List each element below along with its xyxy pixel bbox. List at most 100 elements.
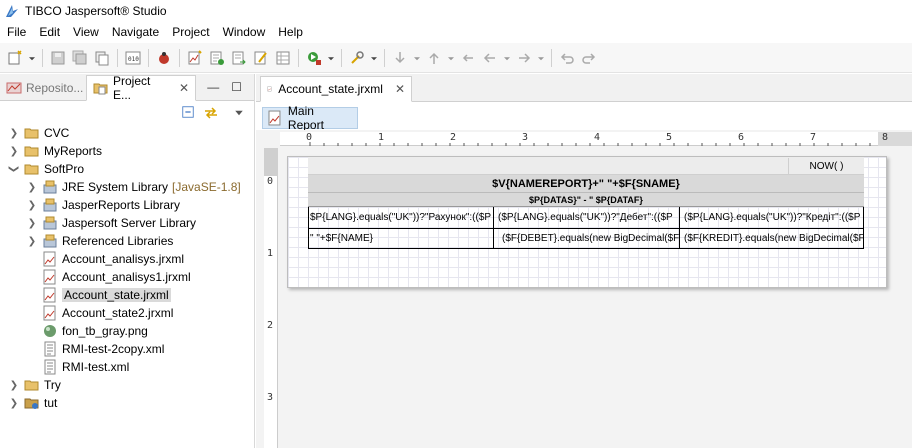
save-button[interactable] xyxy=(47,47,69,69)
tree-item-rmi-test-2copy[interactable]: RMI-test-2copy.xml xyxy=(0,340,254,358)
chevron-right-icon[interactable]: ❯ xyxy=(26,217,38,229)
tree-item-cvc[interactable]: ❯ CVC xyxy=(0,124,254,142)
menu-navigate[interactable]: Navigate xyxy=(105,25,165,39)
maximize-icon[interactable]: ☐ xyxy=(231,80,242,94)
account-name-field[interactable]: " "+$F{NAME} xyxy=(308,229,494,249)
main-report-button[interactable]: Main Report xyxy=(262,104,358,132)
new-dropdown[interactable] xyxy=(26,47,38,69)
debug-button[interactable] xyxy=(153,47,175,69)
debit-header-text: ($P{LANG}.equals("UK"))?"Дебет":(($P xyxy=(498,212,673,223)
tree-item-jre-system-library[interactable]: ❯ JRE System Library [JavaSE-1.8] xyxy=(0,178,254,196)
link-with-editor-icon[interactable] xyxy=(203,105,219,121)
tools-button[interactable] xyxy=(346,47,368,69)
back-dropdown[interactable] xyxy=(501,47,513,69)
tab-repository[interactable]: Reposito... xyxy=(0,75,86,100)
now-field[interactable]: NOW( ) xyxy=(788,158,864,174)
back-button[interactable] xyxy=(479,47,501,69)
chevron-down-icon[interactable]: ❯ xyxy=(8,163,20,175)
close-icon[interactable]: ✕ xyxy=(395,82,405,96)
run-button[interactable] xyxy=(303,47,325,69)
tree-item-account-state[interactable]: Account_state.jrxml xyxy=(0,286,254,304)
edit-report-button[interactable] xyxy=(250,47,272,69)
minimize-icon[interactable]: — xyxy=(207,80,219,94)
jrxml-file-icon xyxy=(42,287,58,303)
report-wizard-button[interactable] xyxy=(184,47,206,69)
menu-help[interactable]: Help xyxy=(271,25,309,39)
forward-button[interactable] xyxy=(513,47,535,69)
view-menu-icon[interactable] xyxy=(233,107,245,119)
prev-annotation-dropdown[interactable] xyxy=(445,47,457,69)
tree-item-account-state2[interactable]: Account_state2.jrxml xyxy=(0,304,254,322)
tree-item-fon-tb-gray[interactable]: fon_tb_gray.png xyxy=(0,322,254,340)
credit-value-field[interactable]: ($F{KREDIT}.equals(new BigDecimal($F xyxy=(679,229,864,249)
compile-button[interactable]: 010 xyxy=(122,47,144,69)
next-annotation-dropdown[interactable] xyxy=(411,47,423,69)
tree-item-jaspersoft-server-library[interactable]: ❯ Jaspersoft Server Library xyxy=(0,214,254,232)
chevron-right-icon[interactable]: ❯ xyxy=(26,181,38,193)
debit-header-field[interactable]: ($P{LANG}.equals("UK"))?"Дебет":(($P xyxy=(494,207,679,229)
chevron-right-icon[interactable]: ❯ xyxy=(8,379,20,391)
title-field[interactable]: $V{NAMEREPORT}+" "+$F{SNAME} xyxy=(308,175,864,193)
credit-header-field[interactable]: ($P{LANG}.equals("UK"))?"Кредіт":(($P xyxy=(679,207,864,229)
ruler-v-label: 2 xyxy=(267,320,274,331)
tree-item-referenced-libraries[interactable]: ❯ Referenced Libraries xyxy=(0,232,254,250)
tree-item-jasperreports-library[interactable]: ❯ JasperReports Library xyxy=(0,196,254,214)
tree-item-rmi-test[interactable]: RMI-test.xml xyxy=(0,358,254,376)
tab-project-explorer[interactable]: Project E... ✕ xyxy=(86,74,196,102)
last-edit-icon xyxy=(462,53,473,62)
redo-icon xyxy=(582,52,596,64)
tree-item-label: RMI-test.xml xyxy=(62,360,130,374)
add-report-button[interactable] xyxy=(206,47,228,69)
tree-item-tut[interactable]: ❯ tut xyxy=(0,394,254,412)
save-all-icon xyxy=(72,50,87,64)
tree-item-label: fon_tb_gray.png xyxy=(62,324,148,338)
chevron-right-icon[interactable]: ❯ xyxy=(8,397,20,409)
account-name-text: " "+$F{NAME} xyxy=(310,233,373,244)
save-all-button[interactable] xyxy=(69,47,91,69)
redo-button[interactable] xyxy=(578,47,600,69)
menu-project[interactable]: Project xyxy=(165,25,215,39)
menu-file[interactable]: File xyxy=(0,25,32,39)
library-icon xyxy=(42,215,58,231)
collapse-all-icon[interactable] xyxy=(181,105,195,119)
dates-field-text: $P{DATAS}" - " $P{DATAF} xyxy=(529,194,643,205)
new-button[interactable] xyxy=(4,47,26,69)
chevron-right-icon[interactable]: ❯ xyxy=(8,127,20,139)
design-canvas[interactable]: 0 1 2 3 4 5 6 7 8 0 1 2 3 NOW( ) $V{NAME… xyxy=(256,130,912,448)
account-header-field[interactable]: $P{LANG}.equals("UK"))?"Рахунок":(($P xyxy=(308,207,494,229)
project-explorer-icon xyxy=(93,83,108,95)
library-icon xyxy=(42,197,58,213)
print-button[interactable] xyxy=(91,47,113,69)
ruler-h-label: 0 xyxy=(306,132,313,143)
page-header-band[interactable] xyxy=(308,157,864,175)
tree-item-label: JasperReports Library xyxy=(62,198,181,212)
menu-edit[interactable]: Edit xyxy=(32,25,66,39)
tree-item-try[interactable]: ❯ Try xyxy=(0,376,254,394)
chevron-right-icon[interactable]: ❯ xyxy=(26,199,38,211)
tab-account-state[interactable]: Account_state.jrxml ✕ xyxy=(260,76,412,102)
menu-bar: File Edit View Navigate Project Window H… xyxy=(0,22,912,42)
close-icon[interactable]: ✕ xyxy=(179,81,189,95)
table-button[interactable] xyxy=(272,47,294,69)
run-dropdown[interactable] xyxy=(325,47,337,69)
export-button[interactable] xyxy=(228,47,250,69)
tools-dropdown[interactable] xyxy=(368,47,380,69)
chevron-right-icon[interactable]: ❯ xyxy=(26,235,38,247)
chevron-right-icon[interactable]: ❯ xyxy=(8,145,20,157)
menu-view[interactable]: View xyxy=(66,25,105,39)
prev-annotation-button[interactable] xyxy=(423,47,445,69)
tree-item-myreports[interactable]: ❯ MyReports xyxy=(0,142,254,160)
debit-value-field[interactable]: ($F{DEBET}.equals(new BigDecimal($F xyxy=(494,229,679,249)
last-edit-button[interactable] xyxy=(457,47,479,69)
tree-item-account-analisys1[interactable]: Account_analisys1.jrxml xyxy=(0,268,254,286)
tree-item-account-analisys[interactable]: Account_analisys.jrxml xyxy=(0,250,254,268)
menu-window[interactable]: Window xyxy=(216,25,272,39)
report-page[interactable]: NOW( ) $V{NAMEREPORT}+" "+$F{SNAME} $P{D… xyxy=(287,156,887,288)
table-icon xyxy=(276,51,290,64)
forward-dropdown[interactable] xyxy=(535,47,547,69)
dates-field[interactable]: $P{DATAS}" - " $P{DATAF} xyxy=(308,193,864,207)
next-annotation-button[interactable] xyxy=(389,47,411,69)
credit-value-text: ($F{KREDIT}.equals(new BigDecimal($F xyxy=(684,233,864,244)
undo-button[interactable] xyxy=(556,47,578,69)
tree-item-softpro[interactable]: ❯ SoftPro xyxy=(0,160,254,178)
